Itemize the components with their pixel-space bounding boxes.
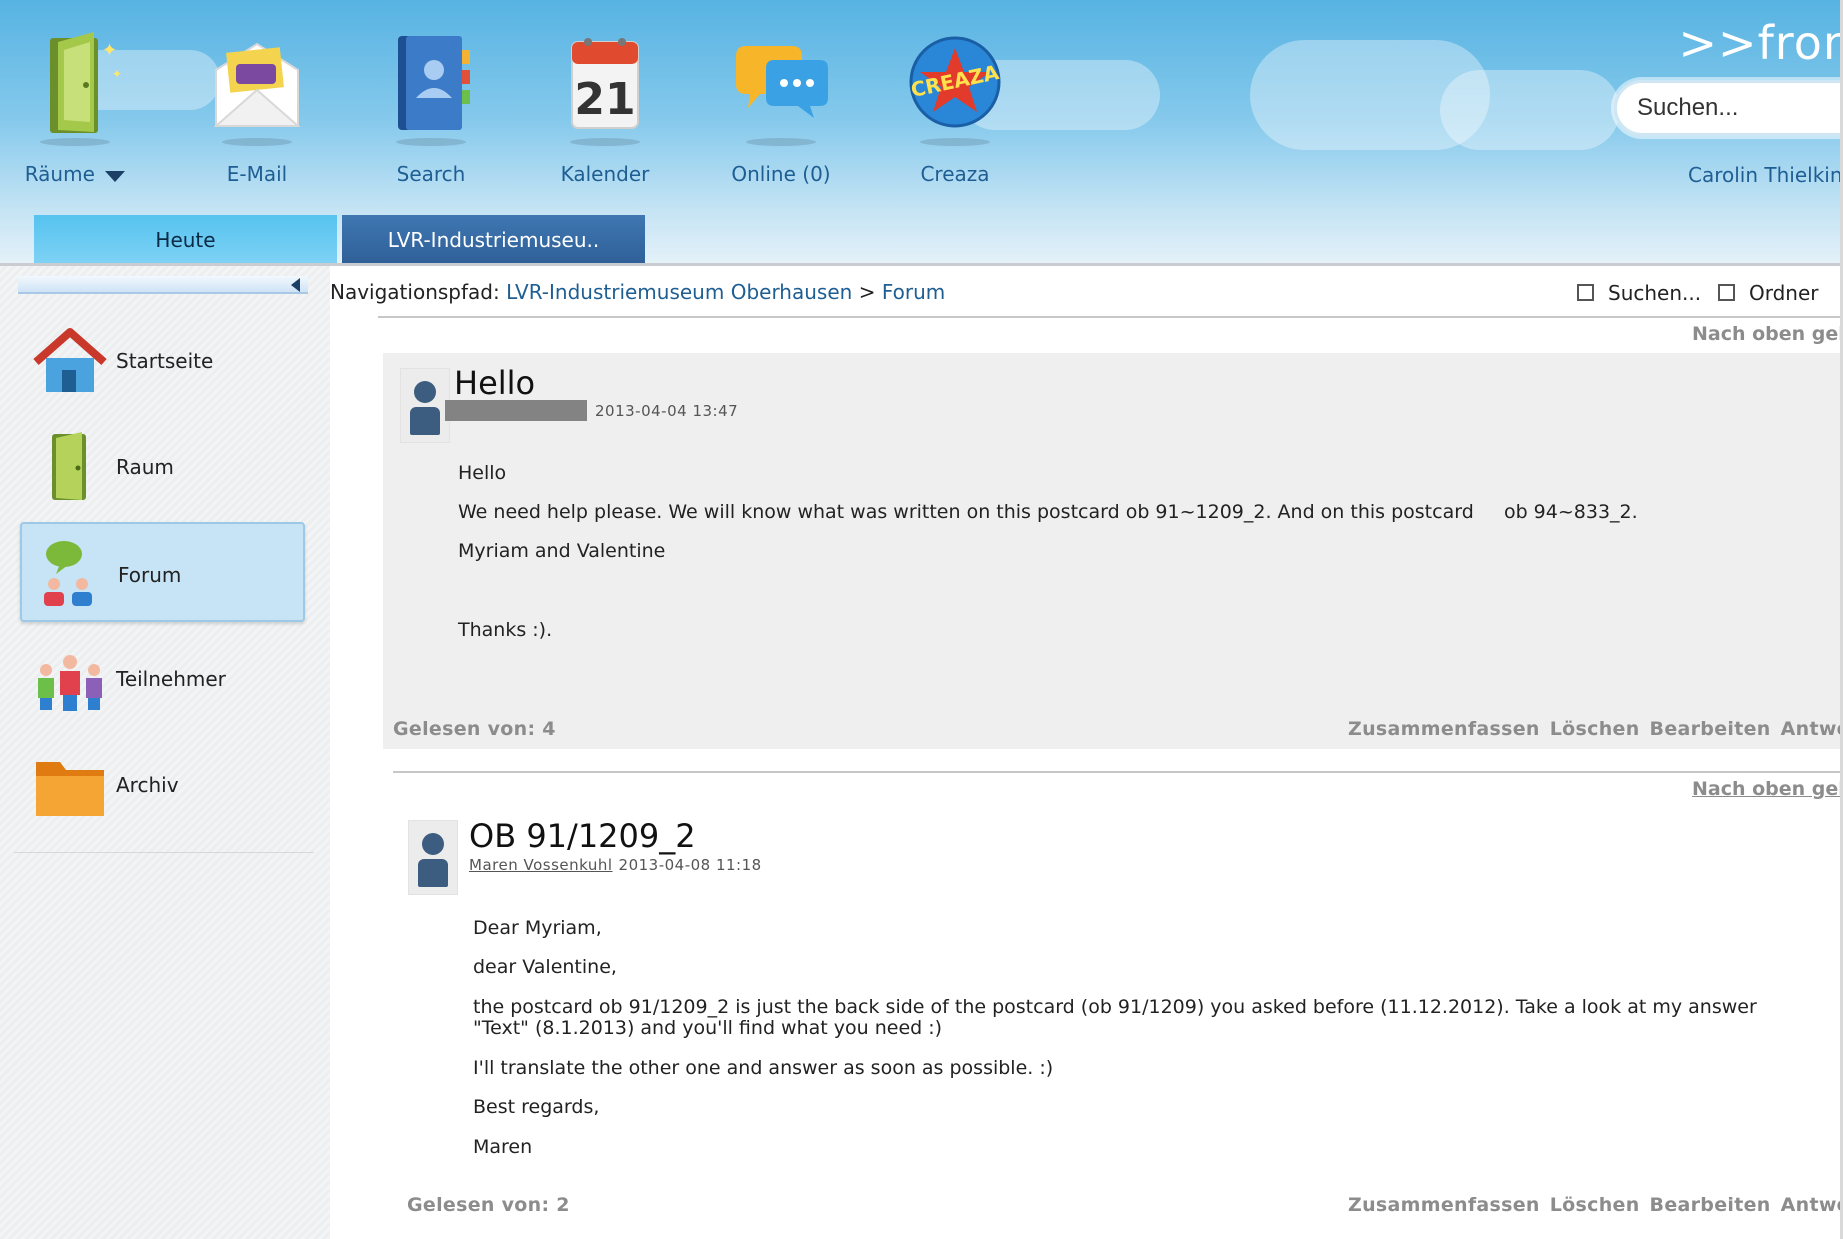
post-actions: Zusammenfassen Löschen Bearbeiten Antworten xyxy=(1348,718,1843,740)
toolbar-rooms-label: Räume xyxy=(0,162,150,186)
top-toolbar: ✦ ✦ Räume E-Mail Search 21 Kalender Onli… xyxy=(0,0,1843,266)
content-divider xyxy=(378,316,1843,318)
sidebar-item-label: Forum xyxy=(118,563,182,587)
toolbar-online-label: Online (0) xyxy=(731,162,831,186)
toolbar-rooms-button[interactable]: ✦ ✦ Räume xyxy=(0,20,150,190)
back-to-top-link[interactable]: Nach oben gehe xyxy=(1692,778,1843,800)
forum-icon xyxy=(44,541,92,606)
avatar xyxy=(408,820,458,895)
user-name-link[interactable]: Carolin Thielking xyxy=(1688,163,1843,187)
read-by-count: Gelesen von: 2 xyxy=(407,1194,570,1216)
people-icon xyxy=(38,655,102,711)
read-by-count: Gelesen von: 4 xyxy=(393,718,556,740)
post-body-line: Myriam and Valentine xyxy=(458,540,666,562)
folder-icon xyxy=(36,762,104,816)
post-divider xyxy=(393,771,1843,773)
post-date: 2013-04-08 11:18 xyxy=(618,856,762,874)
calendar-day-number: 21 xyxy=(574,74,635,125)
redacted-author xyxy=(445,400,587,421)
creaza-logo-icon: CREAZA xyxy=(909,36,1001,128)
sidebar-item-archiv[interactable]: Archiv xyxy=(20,734,305,834)
svg-text:✦: ✦ xyxy=(102,40,117,61)
sidebar-collapse-button[interactable] xyxy=(18,276,308,294)
breadcrumb: Navigationspfad: LVR-Industriemuseum Obe… xyxy=(330,280,945,304)
post-body-line: "Text" (8.1.2013) and you'll find what y… xyxy=(473,1017,943,1039)
post-body-line: Maren xyxy=(473,1136,533,1158)
chevron-down-icon xyxy=(105,171,126,182)
search-option-checkbox[interactable] xyxy=(1577,284,1594,301)
post-body-line: Best regards, xyxy=(473,1096,600,1118)
toolbar-email-label: E-Mail xyxy=(226,162,288,186)
search-option[interactable]: Suchen... xyxy=(1577,281,1701,305)
folder-option[interactable]: Ordner xyxy=(1718,281,1819,305)
toolbar-online-button[interactable]: Online (0) xyxy=(706,20,856,190)
summarize-button[interactable]: Zusammenfassen xyxy=(1348,1194,1540,1216)
sidebar-item-label: Archiv xyxy=(116,773,179,797)
envelope-icon xyxy=(213,42,301,127)
sidebar-item-teilnehmer[interactable]: Teilnehmer xyxy=(20,628,305,728)
sidebar: Startseite Raum Forum Teilnehmer Archiv xyxy=(0,266,330,1239)
summarize-button[interactable]: Zusammenfassen xyxy=(1348,718,1540,740)
sidebar-item-forum[interactable]: Forum xyxy=(20,522,305,622)
toolbar-creaza-label: Creaza xyxy=(920,162,990,186)
folder-option-label: Ordner xyxy=(1749,281,1819,305)
sidebar-divider xyxy=(14,852,314,853)
sidebar-item-label: Raum xyxy=(116,455,174,479)
sidebar-item-raum[interactable]: Raum xyxy=(20,416,305,516)
back-to-top-link[interactable]: Nach oben gehe xyxy=(1692,323,1843,345)
chat-bubbles-icon xyxy=(736,46,828,118)
post-body-line: We need help please. We will know what w… xyxy=(458,501,1638,523)
background-cloud xyxy=(1440,70,1620,150)
post-title: Hello xyxy=(454,364,536,402)
post-body-line: Dear Myriam, xyxy=(473,917,602,939)
reply-button[interactable]: Antworten xyxy=(1781,718,1843,740)
folder-option-checkbox[interactable] xyxy=(1718,284,1735,301)
sidebar-item-label: Teilnehmer xyxy=(116,667,226,691)
toolbar-calendar-button[interactable]: 21 Kalender xyxy=(530,20,680,190)
post-body-line: the postcard ob 91/1209_2 is just the ba… xyxy=(473,996,1757,1018)
toolbar-creaza-button[interactable]: CREAZA Creaza xyxy=(880,20,1030,190)
post-body-line: Hello xyxy=(458,462,507,484)
edit-button[interactable]: Bearbeiten xyxy=(1650,1194,1771,1216)
door-icon xyxy=(52,432,86,500)
post-date: 2013-04-04 13:47 xyxy=(595,402,739,420)
svg-text:✦: ✦ xyxy=(112,67,122,81)
sidebar-item-startseite[interactable]: Startseite xyxy=(20,310,305,410)
toolbar-calendar-label: Kalender xyxy=(560,162,650,186)
post-actions: Zusammenfassen Löschen Bearbeiten Antworten xyxy=(1348,1194,1843,1216)
sidebar-item-label: Startseite xyxy=(116,349,214,373)
reply-button[interactable]: Antworten xyxy=(1781,1194,1843,1216)
delete-button[interactable]: Löschen xyxy=(1550,718,1640,740)
post-body-line: dear Valentine, xyxy=(473,956,617,978)
brand-logo: >>fron xyxy=(1678,16,1843,70)
collapse-arrow-icon xyxy=(291,278,300,292)
search-option-label: Suchen... xyxy=(1608,281,1702,305)
toolbar-search-label: Search xyxy=(396,162,466,186)
post-meta: 2013-04-04 13:47 xyxy=(445,400,738,421)
post-title: OB 91/1209_2 xyxy=(469,817,696,855)
post-author-link[interactable]: Maren Vossenkuhl xyxy=(469,856,613,874)
toolbar-email-button[interactable]: E-Mail xyxy=(182,20,332,190)
post-meta: Maren Vossenkuhl 2013-04-08 11:18 xyxy=(469,856,762,874)
address-book-icon xyxy=(398,36,470,130)
toolbar-search-button[interactable]: Search xyxy=(356,20,506,190)
breadcrumb-prefix: Navigationspfad: xyxy=(330,280,500,304)
calendar-icon: 21 xyxy=(571,38,639,129)
breadcrumb-forum-link[interactable]: Forum xyxy=(882,280,945,304)
tab-room[interactable]: LVR-Industriemuseu.. xyxy=(342,215,645,265)
search-input[interactable] xyxy=(1637,83,1843,133)
search-field[interactable] xyxy=(1614,80,1843,136)
delete-button[interactable]: Löschen xyxy=(1550,1194,1640,1216)
house-icon xyxy=(33,328,107,392)
door-icon: ✦ ✦ xyxy=(50,32,122,133)
tab-today[interactable]: Heute xyxy=(34,215,337,265)
post-body-line: Thanks :). xyxy=(458,619,553,641)
breadcrumb-room-link[interactable]: LVR-Industriemuseum Oberhausen xyxy=(506,280,852,304)
post-body-line: I'll translate the other one and answer … xyxy=(473,1057,1054,1079)
avatar xyxy=(400,368,450,443)
breadcrumb-separator: > xyxy=(858,280,876,304)
edit-button[interactable]: Bearbeiten xyxy=(1650,718,1771,740)
